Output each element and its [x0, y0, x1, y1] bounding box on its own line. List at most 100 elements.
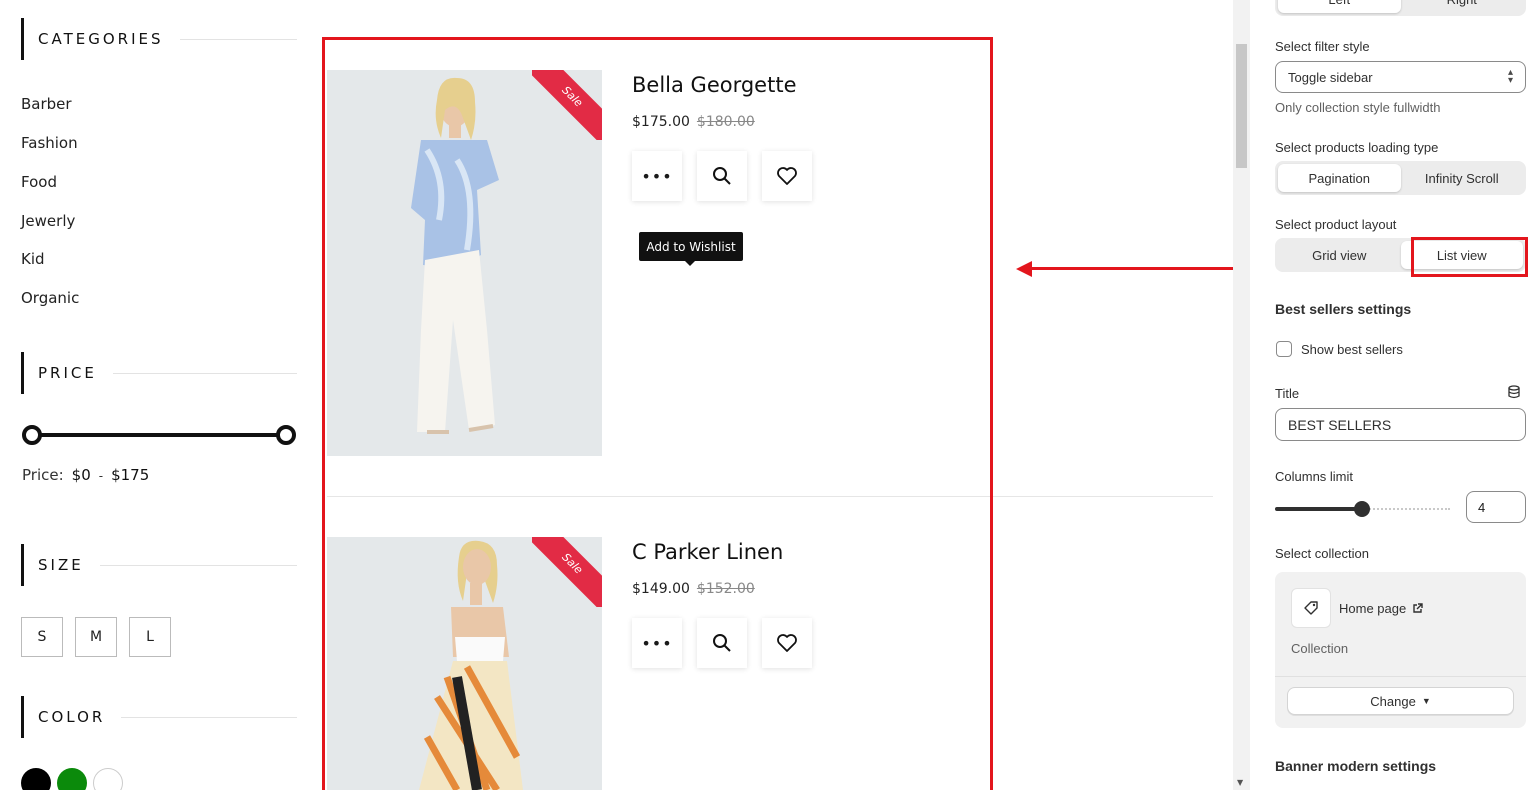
show-best-sellers-checkbox[interactable] [1276, 341, 1292, 357]
columns-range-fill[interactable] [1275, 507, 1362, 511]
more-icon: ••• [641, 166, 673, 186]
wishlist-tooltip: Add to Wishlist [639, 232, 743, 266]
filter-style-value: Toggle sidebar [1288, 69, 1373, 85]
price-slider-track[interactable] [32, 433, 286, 437]
category-fashion[interactable]: Fashion [21, 134, 78, 152]
color-title: COLOR [38, 708, 106, 726]
old-price: $152.00 [696, 581, 755, 597]
product-image-c-parker-linen[interactable]: Sale [327, 537, 602, 790]
search-icon [713, 167, 731, 185]
columns-limit-label: Columns limit [1275, 469, 1354, 484]
more-options-button[interactable]: ••• [632, 151, 682, 201]
collection-name[interactable]: Home page [1339, 601, 1406, 616]
size-m-button[interactable]: M [75, 617, 117, 657]
dynamic-source-icon[interactable] [1507, 385, 1521, 399]
columns-number-input[interactable]: 4 [1466, 491, 1526, 523]
categories-title: CATEGORIES [38, 30, 164, 48]
collection-link[interactable]: Home page [1339, 601, 1423, 616]
loading-type-label: Select products loading type [1275, 140, 1439, 155]
price-title: PRICE [38, 364, 97, 382]
filter-style-help: Only collection style fullwidth [1275, 100, 1441, 115]
price-label: Price: [22, 466, 64, 484]
heart-icon [777, 634, 797, 652]
option-pagination[interactable]: Pagination [1278, 164, 1401, 192]
quick-view-button[interactable] [697, 618, 747, 668]
theme-settings-panel: Left Right Select filter style Toggle si… [1250, 0, 1536, 790]
sale-ribbon: Sale [532, 537, 602, 607]
size-title: SIZE [38, 556, 84, 574]
heart-icon [777, 167, 797, 185]
old-price: $180.00 [696, 114, 755, 130]
category-barber[interactable]: Barber [21, 95, 72, 113]
add-to-wishlist-button[interactable] [762, 618, 812, 668]
size-s-button[interactable]: S [21, 617, 63, 657]
preview-scrollbar[interactable]: ▼ [1233, 0, 1250, 790]
tag-icon [1304, 601, 1318, 615]
columns-range-handle[interactable] [1354, 501, 1370, 517]
scroll-down-icon[interactable]: ▼ [1237, 778, 1243, 787]
current-price: $175.00 [632, 114, 690, 130]
product-price: $149.00 $152.00 [632, 581, 755, 597]
select-chevron-icon: ▴ ▾ [1507, 67, 1513, 86]
current-price: $149.00 [632, 581, 690, 597]
search-icon [713, 634, 731, 652]
price-slider-max-handle[interactable] [276, 425, 296, 445]
more-options-button[interactable]: ••• [632, 618, 682, 668]
color-swatch-black[interactable] [21, 768, 51, 790]
select-collection-label: Select collection [1275, 546, 1369, 561]
price-separator: - [98, 469, 104, 483]
collection-divider [1275, 676, 1526, 677]
product-title[interactable]: Bella Georgette [632, 73, 796, 97]
banner-modern-heading: Banner modern settings [1275, 758, 1437, 774]
price-range-text: Price: $0 - $175 [22, 466, 149, 484]
price-slider-min-handle[interactable] [22, 425, 42, 445]
title-label: Title [1275, 386, 1300, 401]
category-jewerly[interactable]: Jewerly [21, 212, 75, 230]
product-divider [327, 496, 1213, 497]
color-heading: COLOR [21, 696, 297, 738]
loading-type-segment: Pagination Infinity Scroll [1275, 161, 1526, 195]
product-title[interactable]: C Parker Linen [632, 540, 783, 564]
columns-range-track[interactable] [1362, 508, 1450, 510]
product-layout-label: Select product layout [1275, 217, 1397, 232]
product-image-bella-georgette[interactable]: Sale [327, 70, 602, 456]
price-heading: PRICE [21, 352, 297, 394]
best-sellers-heading: Best sellers settings [1275, 301, 1412, 317]
change-label: Change [1370, 693, 1416, 709]
add-to-wishlist-button[interactable] [762, 151, 812, 201]
more-icon: ••• [641, 633, 673, 653]
option-infinity-scroll[interactable]: Infinity Scroll [1401, 164, 1524, 192]
category-organic[interactable]: Organic [21, 289, 79, 307]
filter-style-label: Select filter style [1275, 39, 1370, 54]
sale-ribbon: Sale [532, 70, 602, 140]
price-max: $175 [111, 466, 150, 484]
collection-type: Collection [1291, 641, 1349, 656]
option-list-view[interactable]: List view [1400, 241, 1523, 269]
collection-card: Home page Collection Change ▼ [1275, 572, 1526, 728]
collection-thumb [1291, 588, 1331, 628]
size-l-button[interactable]: L [129, 617, 171, 657]
change-collection-button[interactable]: Change ▼ [1287, 687, 1514, 715]
title-input[interactable]: BEST SELLERS [1275, 408, 1526, 441]
color-swatch-white[interactable] [93, 768, 123, 790]
sale-badge: Sale [532, 70, 602, 140]
category-food[interactable]: Food [21, 173, 57, 191]
segment-right[interactable]: Right [1401, 0, 1524, 13]
categories-heading: CATEGORIES [21, 18, 297, 60]
price-min: $0 [71, 466, 91, 484]
show-best-sellers-label[interactable]: Show best sellers [1301, 342, 1403, 357]
sale-badge: Sale [532, 537, 602, 607]
scrollbar-thumb[interactable] [1236, 44, 1247, 168]
filter-sidebar: CATEGORIES Barber Fashion Food Jewerly K… [0, 0, 310, 790]
annotation-arrow-head [1016, 261, 1032, 277]
sidebar-position-segment: Left Right [1275, 0, 1526, 16]
product-layout-segment: Grid view List view [1275, 238, 1526, 272]
quick-view-button[interactable] [697, 151, 747, 201]
segment-left[interactable]: Left [1278, 0, 1401, 13]
filter-style-select[interactable]: Toggle sidebar ▴ ▾ [1275, 61, 1526, 93]
external-link-icon[interactable] [1412, 603, 1423, 614]
category-kid[interactable]: Kid [21, 250, 45, 268]
size-heading: SIZE [21, 544, 297, 586]
color-swatch-green[interactable] [57, 768, 87, 790]
option-grid-view[interactable]: Grid view [1278, 241, 1401, 269]
